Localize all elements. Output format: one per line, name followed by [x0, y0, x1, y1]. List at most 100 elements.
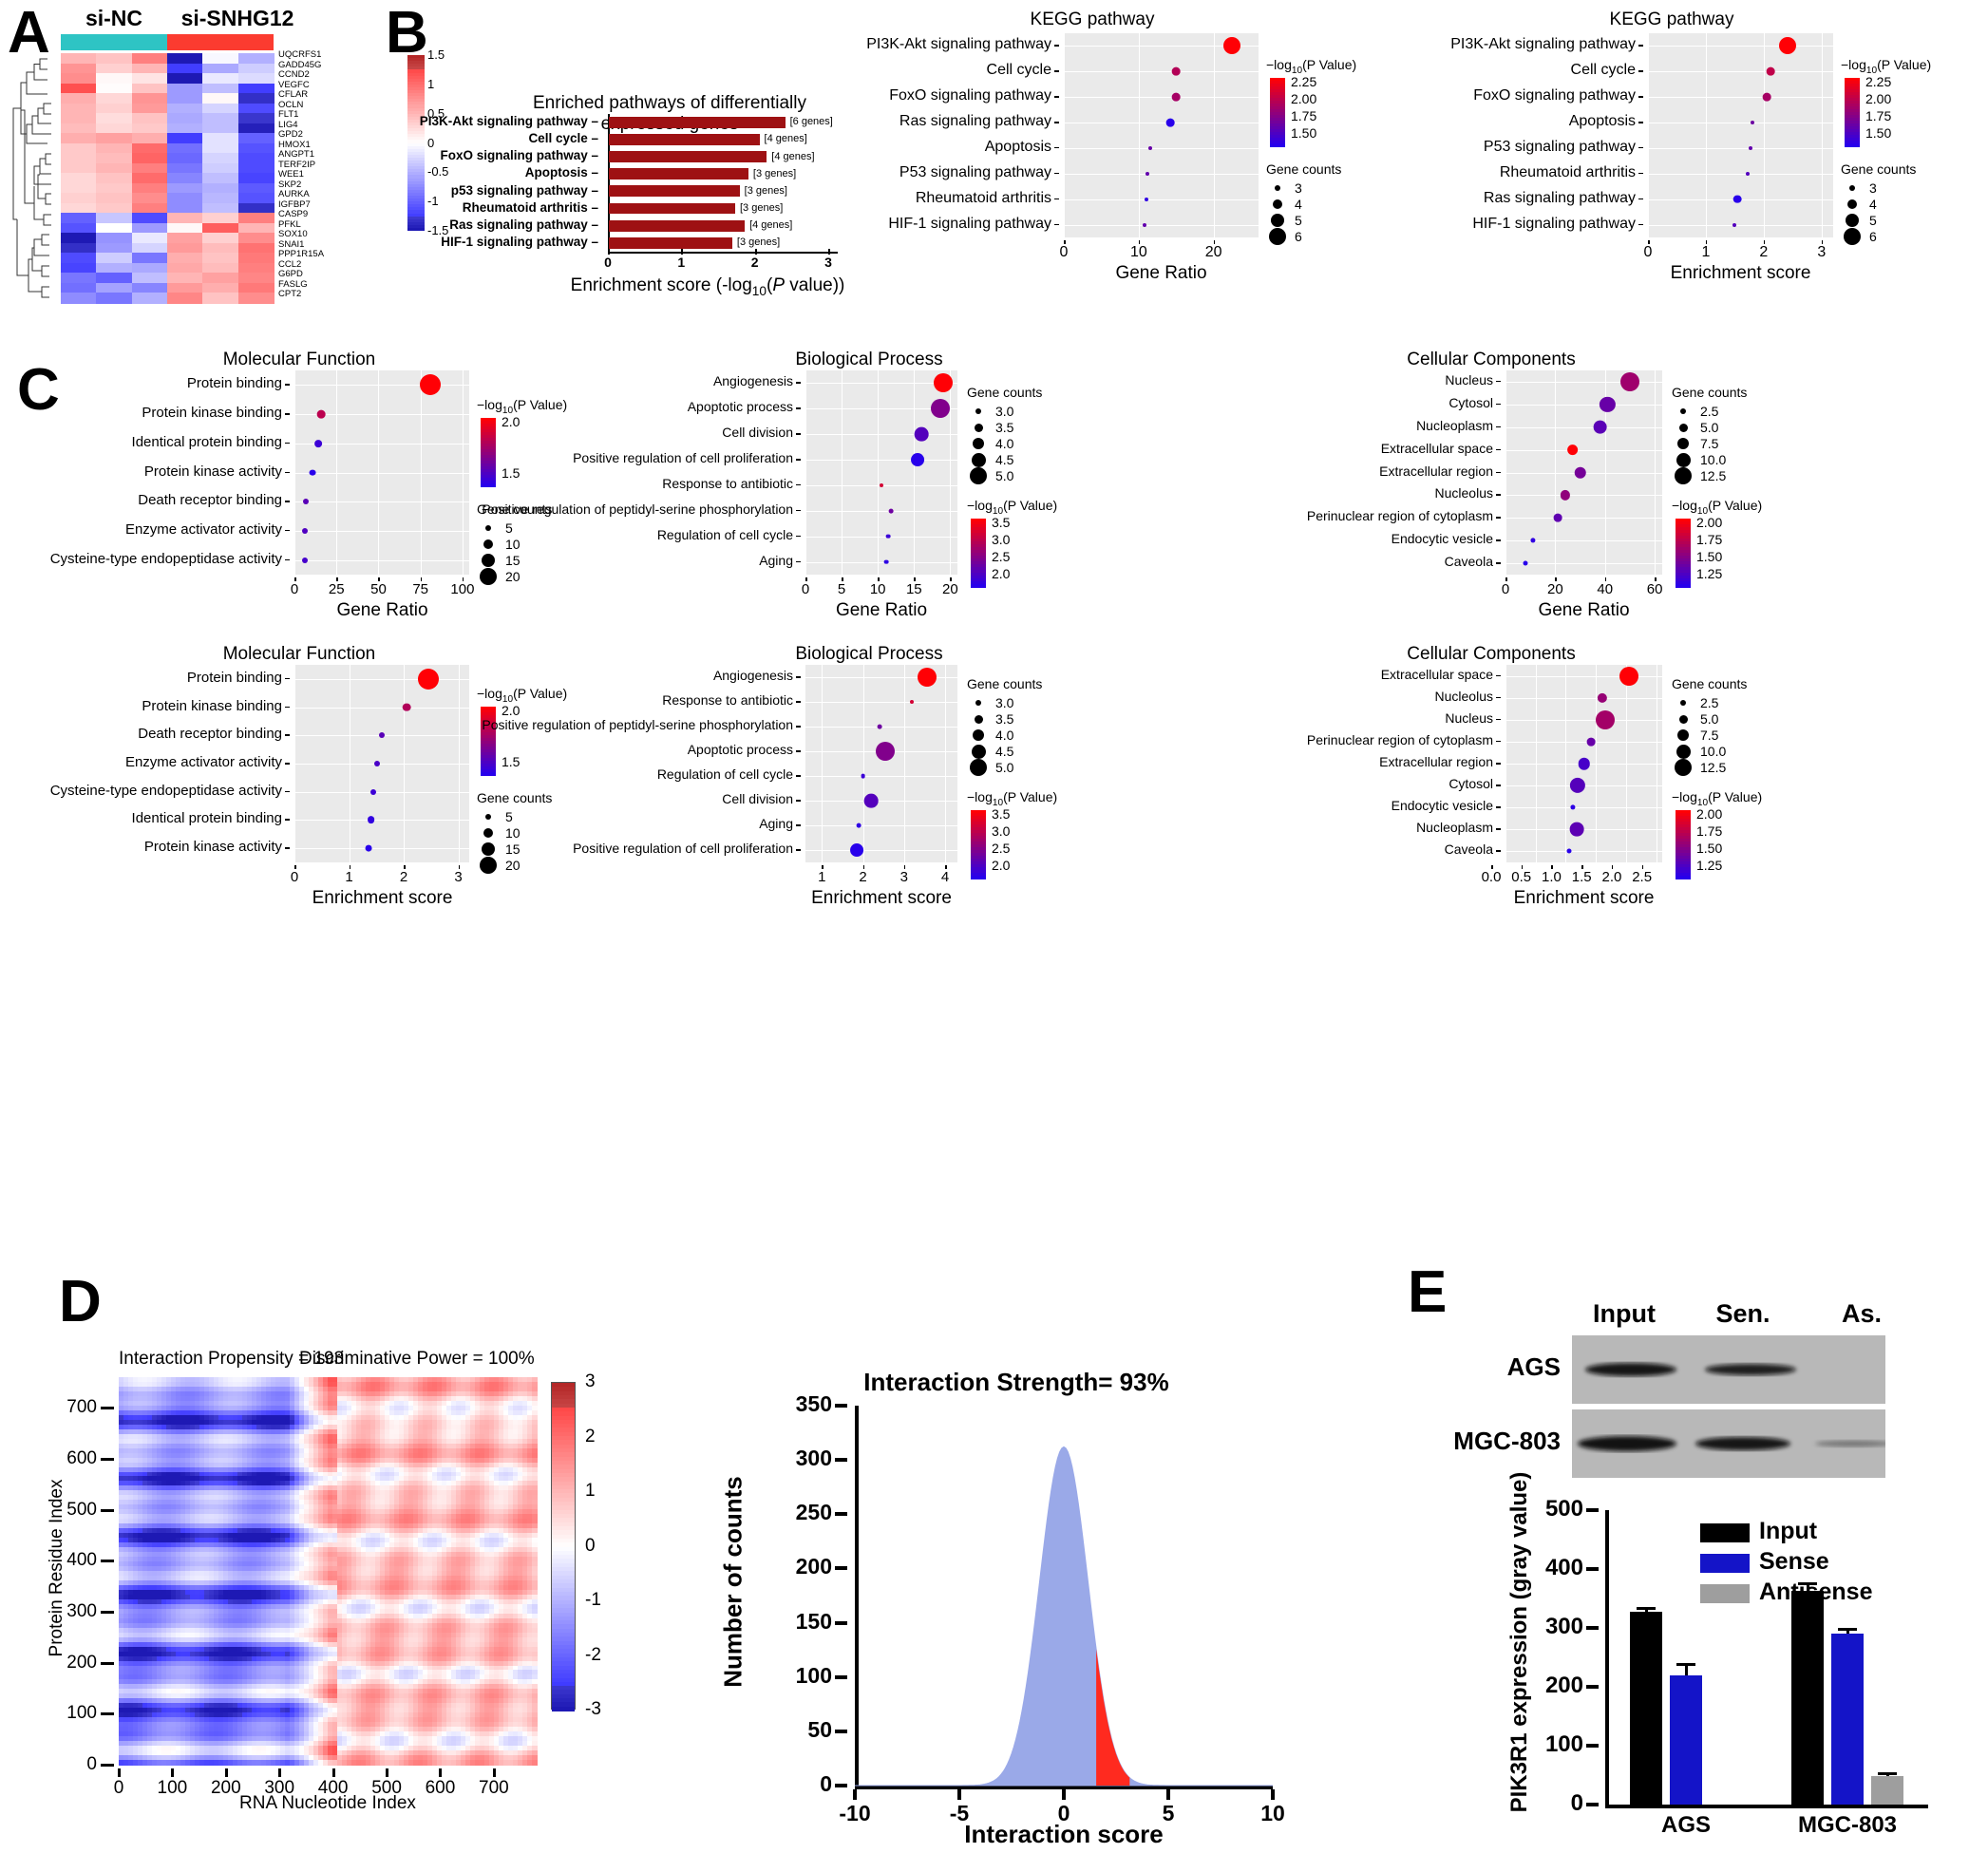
category-tick-mark [1054, 199, 1059, 200]
heatmap-cell [132, 273, 168, 283]
category-tick-mark [1054, 70, 1059, 72]
data-point [918, 668, 937, 687]
heatmap-cell [167, 213, 203, 223]
category-label: Positive regulation of cell proliferatio… [573, 450, 793, 465]
bar-category-label: p53 signaling pathway – [451, 183, 598, 198]
legend-size-tick: 10.0 [1700, 452, 1726, 467]
category-label: HIF-1 signaling pathway [1472, 216, 1636, 233]
legend-colorbar-segment [971, 584, 986, 588]
legend-size-dot [975, 700, 981, 706]
legend-size-dot [1677, 438, 1689, 449]
legend-size-dot [1679, 715, 1688, 724]
heatmap-cell [132, 123, 168, 134]
heatmap-cell [96, 123, 132, 134]
heatmap-cell [132, 153, 168, 163]
category-label: Nucleolus [1435, 689, 1493, 704]
c-mf1-plot [294, 370, 469, 575]
category-label: Angiogenesis [713, 373, 793, 388]
category-label: Endocytic vesicle [1392, 798, 1493, 813]
legend-size-dot [1849, 185, 1855, 191]
category-tick-mark [285, 413, 290, 415]
bar-category-label: Rheumatoid arthritis – [463, 200, 598, 215]
xtick-mark [350, 865, 351, 869]
xtick-mark [336, 577, 338, 581]
c-cc1-xaxis-label: Gene Ratio [1496, 600, 1672, 621]
heatmap-cell [61, 163, 97, 174]
category-label: Positive regulation of cell proliferatio… [573, 841, 793, 856]
heatmap-cell [132, 163, 168, 174]
data-point [302, 558, 308, 563]
xtick-mark [463, 577, 464, 581]
heatmap-cell [61, 253, 97, 263]
category-tick-mark [1638, 70, 1643, 72]
category-label: HIF-1 signaling pathway [888, 216, 1051, 233]
xtick-mark [1605, 577, 1607, 581]
legend-size-dot [1675, 467, 1692, 484]
heatmap-cell [167, 283, 203, 293]
gridline-h [805, 434, 957, 435]
heatmap-cell [61, 153, 97, 163]
legend-size-tick: 5 [1869, 213, 1877, 228]
data-point [1732, 223, 1736, 227]
category-tick-mark [1638, 173, 1643, 175]
legend-color-title: −log10(P Value) [967, 498, 1057, 517]
category-label: Ras signaling pathway [899, 113, 1051, 130]
c-cc2-title: Cellular Components [1368, 644, 1615, 665]
category-label: Perinuclear region of cytoplasm [1307, 732, 1493, 747]
heatmap-cell [202, 163, 238, 174]
category-tick-mark [1496, 494, 1501, 496]
category-label: PI3K-Akt signaling pathway [866, 36, 1051, 53]
category-tick-mark [1496, 675, 1501, 677]
legend-color-tick: 3.5 [992, 515, 1010, 530]
bar-xtick-mark [681, 249, 683, 255]
heatmap-cell [96, 153, 132, 163]
category-label: Caveola [1445, 841, 1493, 857]
c-bp1-plot [805, 370, 957, 575]
c-cc1-title: Cellular Components [1368, 350, 1615, 370]
heatmap-cell [238, 223, 275, 234]
legend-size-tick: 7.5 [1700, 728, 1718, 743]
gene-label: CCND2 [278, 70, 310, 81]
heatmap-cell [238, 64, 275, 74]
gridline-h [1505, 676, 1662, 677]
bar-gene-count-label: [3 genes] [753, 169, 796, 180]
gridline-h [294, 385, 469, 386]
panel-a-gene-labels: UQCRFS1 GADD45G CCND2 VEGFC CFLAR OCLN FLT1 LIG… [276, 53, 358, 303]
heatmap-cell [132, 143, 168, 154]
xtick-label: 20 [1532, 581, 1578, 597]
b-bar-xaxis-text: Enrichment score (-log10(P value)) [571, 275, 845, 295]
category-tick-mark [796, 701, 801, 703]
legend-size-tick: 4.0 [995, 728, 1013, 743]
gridline-v [294, 370, 295, 575]
data-point [1593, 420, 1607, 434]
legend-size-dot [1275, 185, 1280, 191]
legend-colorbar [1676, 519, 1691, 587]
legend-size-tick: 3.0 [995, 404, 1013, 419]
legend-size-dot [975, 424, 983, 432]
heatmap-cell [167, 73, 203, 84]
legend-size-tick: 5.0 [995, 760, 1013, 775]
c-cc1-plot [1505, 370, 1662, 575]
b-kegg1-plot [1064, 33, 1259, 237]
data-point [864, 794, 879, 808]
c-cc2-legend: Gene counts 2.5 5.0 7.5 10.0 12.5 −log10(P Val… [1672, 676, 1838, 861]
xtick-mark [950, 577, 952, 581]
legend-colorbar [1676, 810, 1691, 879]
category-tick-mark [1496, 785, 1501, 786]
bar [609, 203, 735, 215]
category-tick-mark [285, 707, 290, 709]
category-tick-mark [1054, 122, 1059, 123]
data-point [880, 483, 883, 487]
c-cc2-ylabels: Extracellular space Nucleolus Nucleus Perin… [1216, 665, 1501, 862]
legend-size-tick: 2.5 [1700, 695, 1718, 710]
category-tick-mark [285, 763, 290, 765]
category-label: Nucleolus [1435, 485, 1493, 501]
legend-size-dot [1680, 408, 1686, 414]
category-tick-mark [1496, 741, 1501, 743]
category-label: Positive regulation of peptidyl-serine p… [482, 717, 793, 732]
legend-size-dot [975, 408, 981, 414]
gridline-h [1064, 97, 1259, 98]
heatmap-cell [96, 273, 132, 283]
gridline-h [1064, 199, 1259, 200]
legend-size-dot [1676, 745, 1691, 759]
